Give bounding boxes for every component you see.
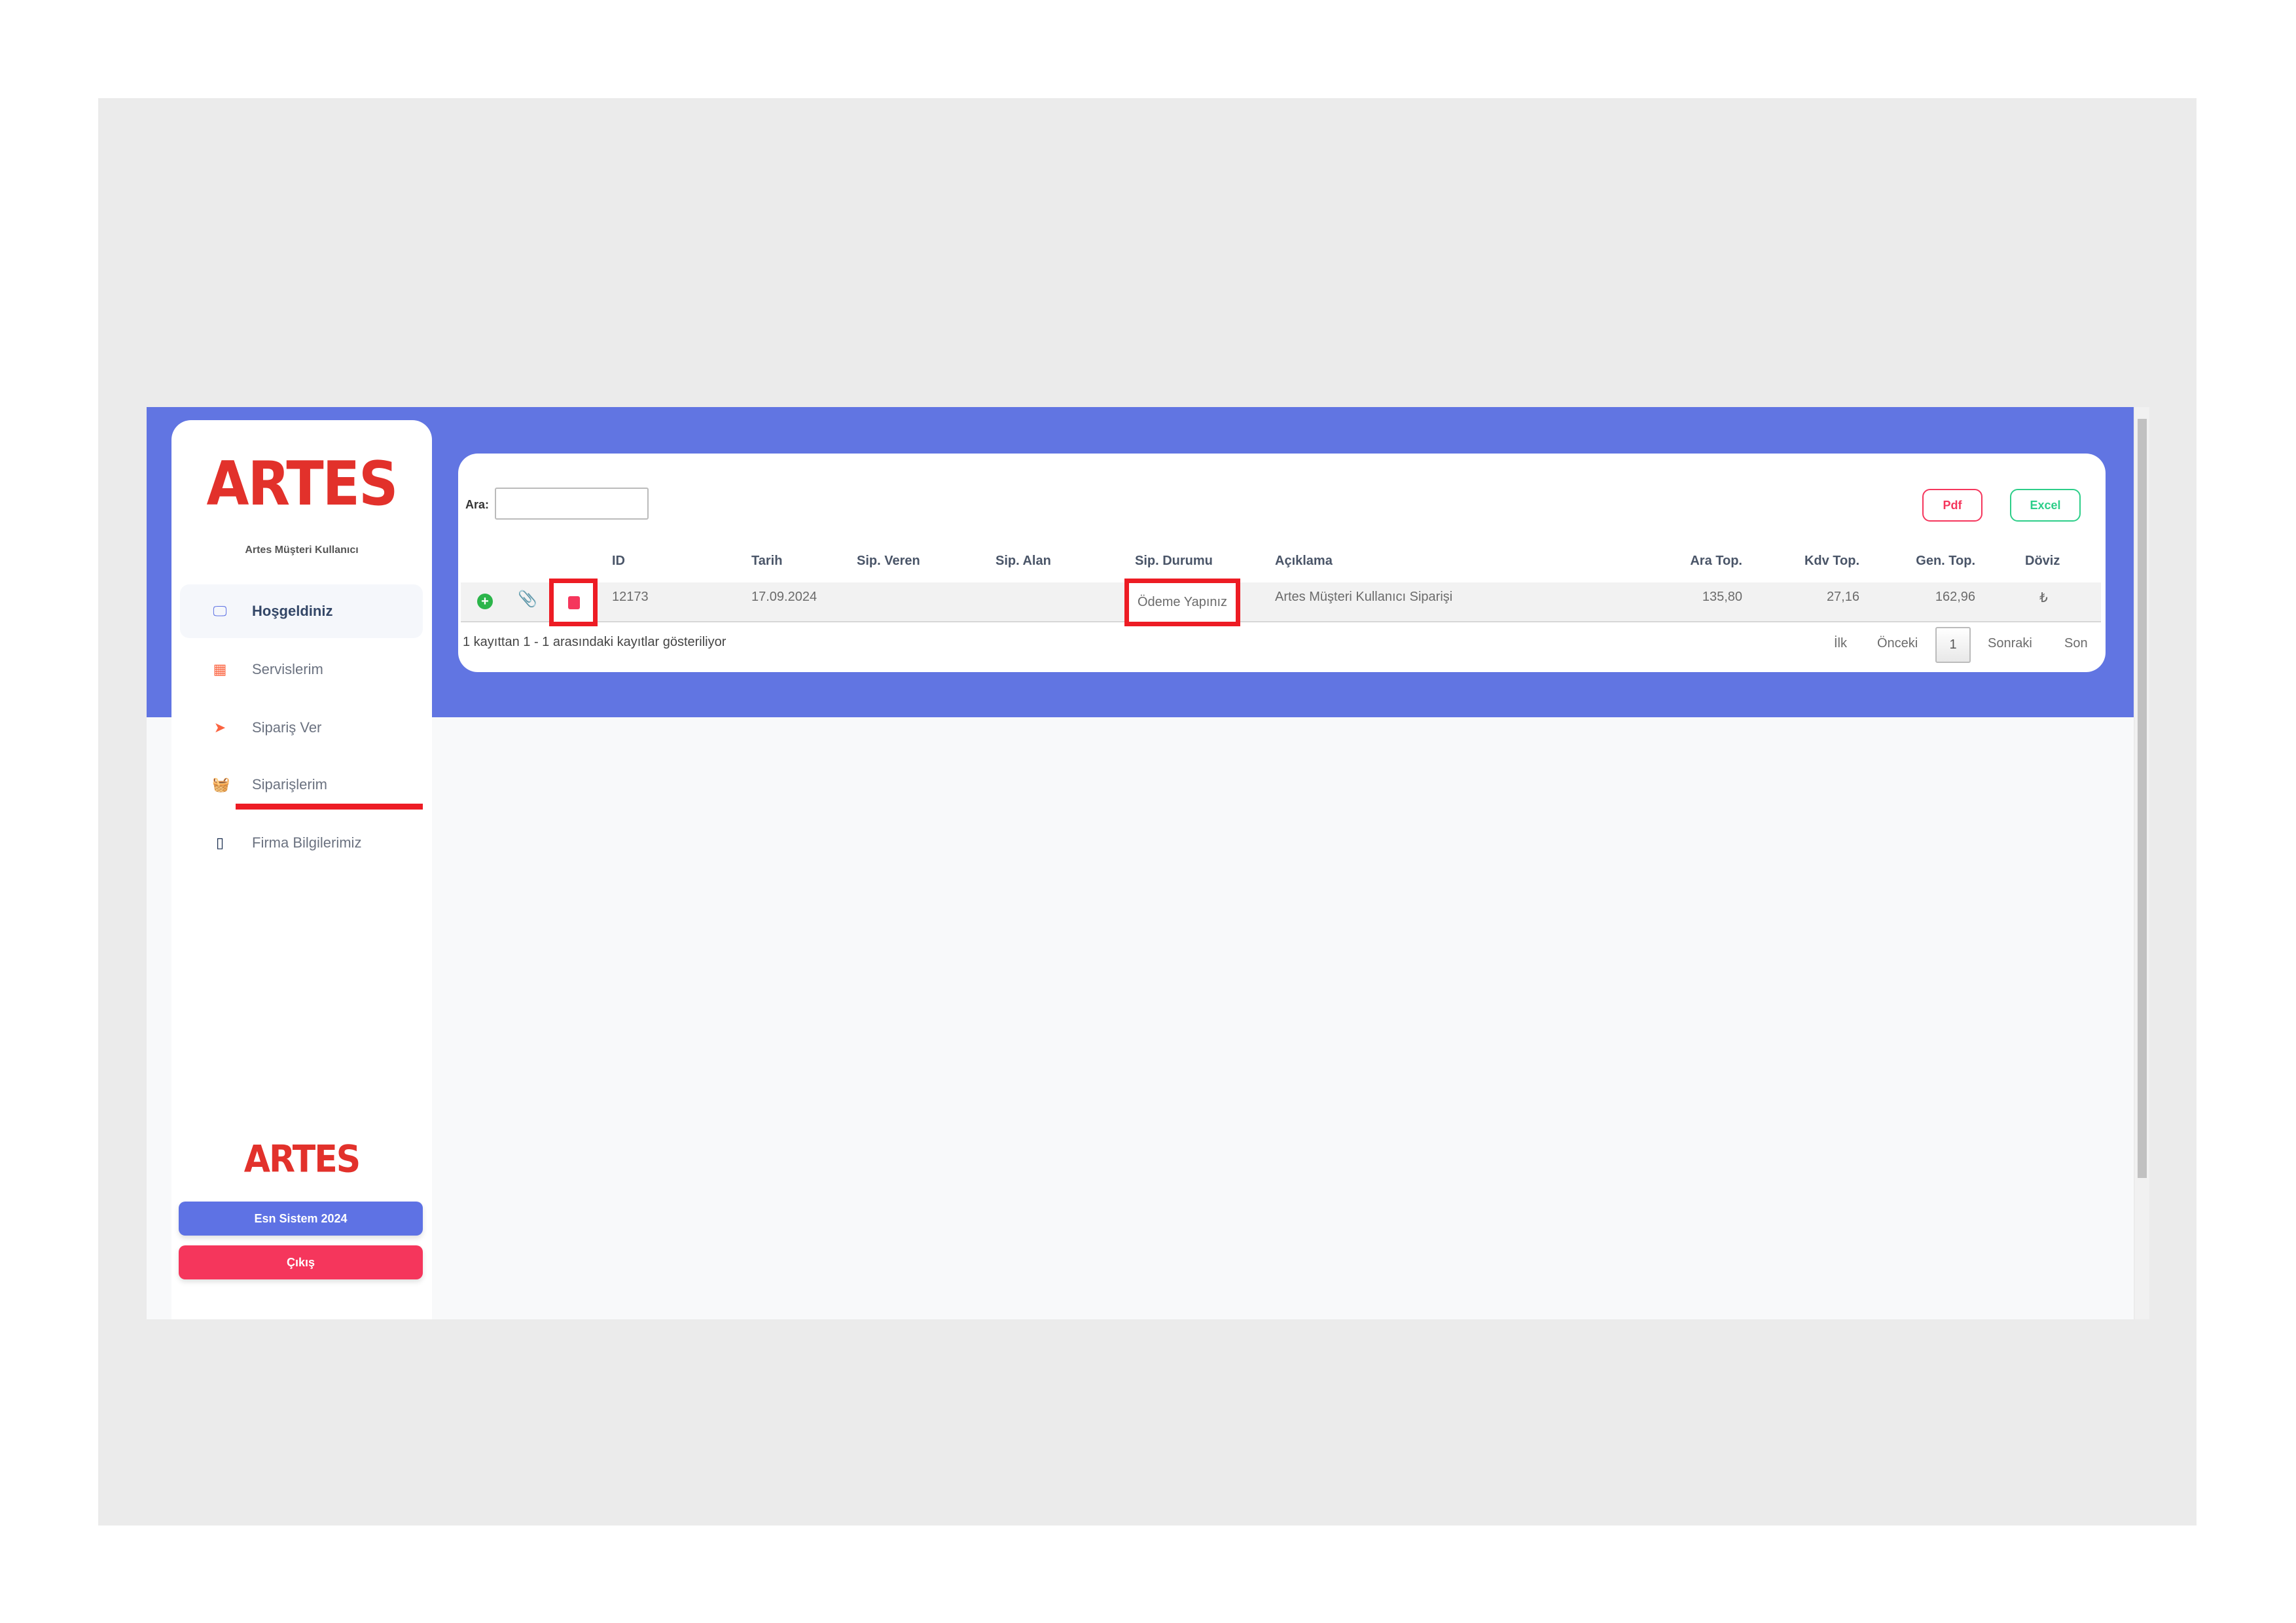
calendar-icon: ▦	[213, 661, 227, 677]
col-sip-veren[interactable]: Sip. Veren	[857, 554, 920, 569]
sidebar-item-label: Hoşgeldiniz	[252, 603, 333, 619]
payment-highlight[interactable]	[549, 579, 598, 626]
tablet-icon: ▯	[215, 834, 224, 851]
col-doviz[interactable]: Döviz	[2025, 554, 2060, 569]
cell-id: 12173	[612, 590, 649, 604]
sidebar-item-firma-bilgilerimiz[interactable]: ▯ Firma Bilgilerimiz	[180, 816, 423, 870]
col-kdv-top[interactable]: Kdv Top.	[1804, 554, 1859, 569]
paper-plane-icon: ➤	[213, 719, 226, 736]
col-ara-top[interactable]: Ara Top.	[1690, 554, 1742, 569]
sidebar-item-label: Firma Bilgilerimiz	[252, 834, 362, 851]
scrollbar[interactable]	[2135, 407, 2149, 1319]
sidebar-item-label: Sipariş Ver	[252, 719, 322, 736]
col-aciklama[interactable]: Açıklama	[1275, 554, 1333, 569]
cell-tarih: 17.09.2024	[751, 590, 817, 604]
basket-icon: 🧺	[212, 776, 230, 793]
sidebar-item-servislerim[interactable]: ▦ Servislerim	[180, 643, 423, 696]
col-tarih[interactable]: Tarih	[751, 554, 782, 569]
system-button[interactable]: Esn Sistem 2024	[179, 1202, 423, 1236]
col-gen-top[interactable]: Gen. Top.	[1916, 554, 1975, 569]
credit-card-icon[interactable]	[568, 596, 580, 609]
col-sip-durumu[interactable]: Sip. Durumu	[1135, 554, 1213, 569]
sidebar-item-label: Siparişlerim	[252, 776, 327, 793]
cell-ara-top: 135,80	[1702, 590, 1742, 604]
logo: ARTES	[206, 448, 398, 519]
table-info: 1 kayıttan 1 - 1 arasındaki kayıtlar gös…	[463, 635, 726, 649]
monitor-icon: 🖵	[213, 603, 227, 619]
user-name: Artes Müşteri Kullanıcı	[245, 544, 359, 556]
col-id[interactable]: ID	[612, 554, 625, 569]
scrollbar-thumb[interactable]	[2138, 419, 2147, 1178]
excel-button[interactable]: Excel	[2010, 489, 2081, 522]
add-icon[interactable]: +	[477, 594, 493, 609]
paperclip-icon[interactable]: 📎	[518, 590, 537, 609]
footer-logo: ARTES	[243, 1138, 361, 1181]
sidebar-item-siparis-ver[interactable]: ➤ Sipariş Ver	[180, 701, 423, 755]
page-first[interactable]: İlk	[1834, 636, 1847, 651]
pdf-button[interactable]: Pdf	[1922, 489, 1982, 522]
orders-card: Ara: Pdf Excel ID Tarih Sip. Veren Sip. …	[458, 454, 2106, 672]
cell-gen-top: 162,96	[1935, 590, 1975, 604]
cell-aciklama: Artes Müşteri Kullanıcı Siparişi	[1275, 590, 1453, 604]
cell-doviz: ₺	[2039, 591, 2048, 605]
sidebar: ARTES Artes Müşteri Kullanıcı 🖵 Hoşgeldi…	[171, 420, 432, 1319]
sidebar-item-hosgeldiniz[interactable]: 🖵 Hoşgeldiniz	[180, 584, 423, 638]
cell-kdv-top: 27,16	[1826, 590, 1859, 604]
page-current[interactable]: 1	[1935, 627, 1971, 663]
search-input[interactable]	[495, 488, 649, 520]
sidebar-item-label: Servislerim	[252, 661, 323, 677]
col-sip-alan[interactable]: Sip. Alan	[996, 554, 1051, 569]
status-badge[interactable]: Ödeme Yapınız	[1124, 579, 1240, 626]
logout-button[interactable]: Çıkış	[179, 1245, 423, 1279]
highlight-underline	[236, 804, 423, 810]
page-prev[interactable]: Önceki	[1877, 636, 1918, 651]
page-next[interactable]: Sonraki	[1988, 636, 2032, 651]
search-label: Ara:	[465, 498, 490, 511]
page-last[interactable]: Son	[2064, 636, 2088, 651]
